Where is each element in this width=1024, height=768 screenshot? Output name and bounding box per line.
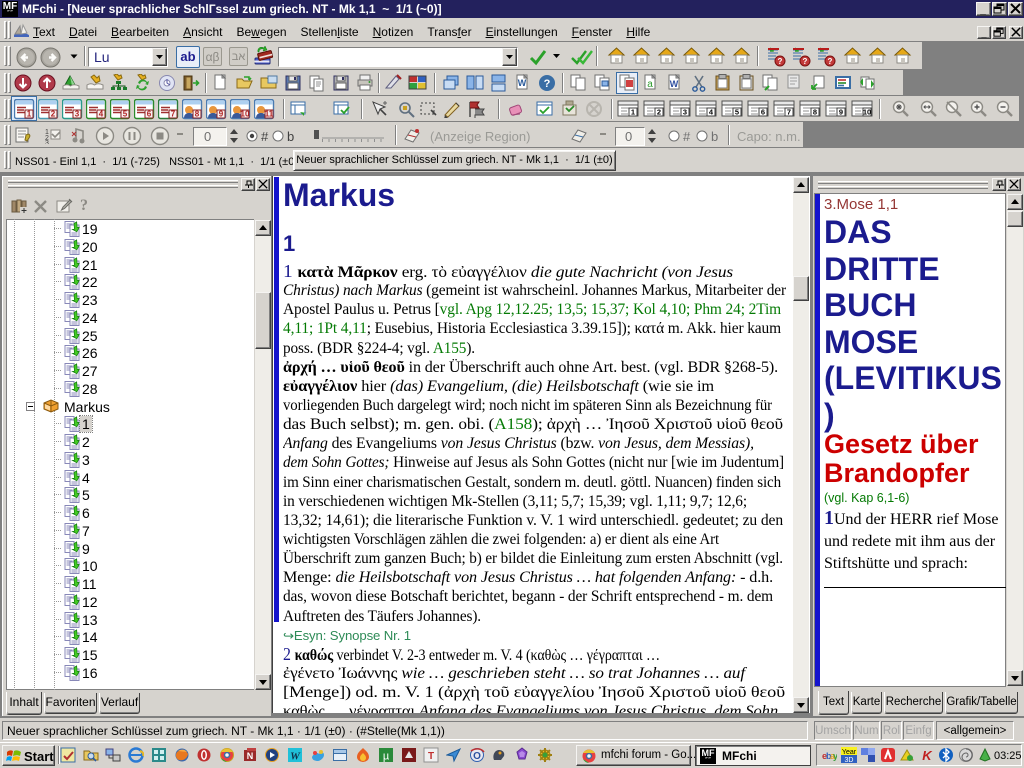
svg-text:7: 7 bbox=[787, 108, 791, 117]
svg-text:11: 11 bbox=[265, 110, 274, 119]
svg-text:10: 10 bbox=[863, 108, 871, 117]
svg-text:?: ? bbox=[544, 78, 551, 90]
svg-text:?: ? bbox=[778, 57, 783, 66]
svg-text:µ: µ bbox=[383, 751, 390, 763]
svg-text:3D: 3D bbox=[844, 757, 853, 763]
svg-text:2: 2 bbox=[51, 110, 56, 119]
svg-text:O: O bbox=[473, 751, 481, 762]
svg-text:6: 6 bbox=[147, 110, 152, 119]
svg-text:a: a bbox=[647, 79, 653, 90]
svg-text:6: 6 bbox=[761, 108, 765, 117]
svg-text:5: 5 bbox=[123, 110, 128, 119]
svg-text:1: 1 bbox=[27, 110, 32, 119]
svg-text:8: 8 bbox=[195, 110, 200, 119]
svg-text:?: ? bbox=[828, 57, 833, 66]
svg-text:5: 5 bbox=[735, 108, 739, 117]
svg-text:3: 3 bbox=[683, 108, 687, 117]
svg-text:T: T bbox=[428, 751, 434, 762]
svg-text:?: ? bbox=[803, 57, 808, 66]
svg-text:Year: Year bbox=[841, 749, 856, 756]
svg-text:K: K bbox=[922, 748, 933, 763]
svg-text:W: W bbox=[518, 78, 527, 88]
svg-text:2: 2 bbox=[657, 108, 661, 117]
svg-text:1: 1 bbox=[631, 108, 635, 117]
svg-text:N: N bbox=[246, 751, 253, 761]
svg-text:4: 4 bbox=[99, 110, 104, 119]
svg-text:10: 10 bbox=[241, 110, 250, 119]
svg-text:y: y bbox=[833, 751, 837, 761]
svg-text:9: 9 bbox=[219, 110, 224, 119]
svg-text:W: W bbox=[670, 79, 679, 89]
svg-text:9: 9 bbox=[839, 108, 843, 117]
svg-text:3: 3 bbox=[75, 110, 80, 119]
svg-text:3: 3 bbox=[45, 140, 49, 144]
svg-text:8: 8 bbox=[813, 108, 817, 117]
svg-text:W: W bbox=[290, 751, 301, 763]
svg-text:7: 7 bbox=[171, 110, 176, 119]
